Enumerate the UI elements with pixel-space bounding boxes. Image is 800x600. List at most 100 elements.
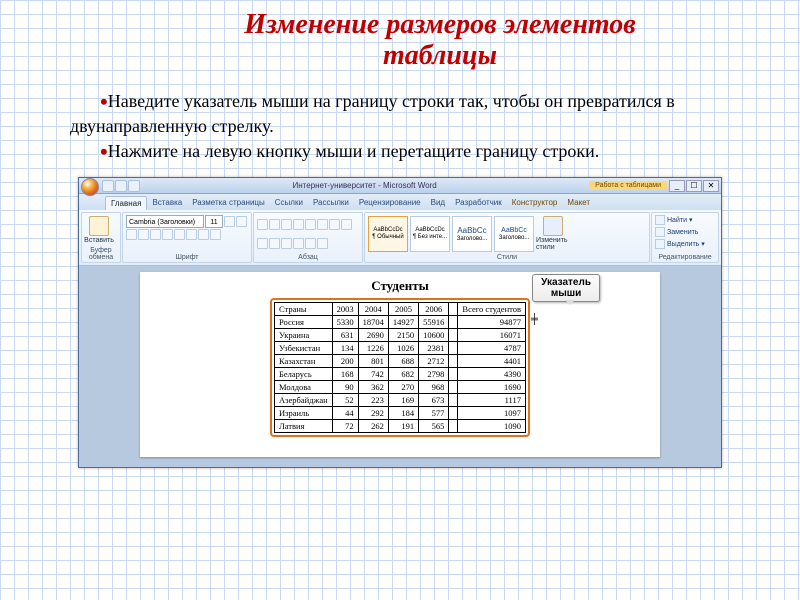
table-row[interactable]: Беларусь16874268227984390: [274, 368, 525, 381]
table-cell[interactable]: 94877: [458, 316, 526, 329]
table-cell[interactable]: 673: [419, 394, 449, 407]
grow-font-icon[interactable]: [224, 216, 235, 227]
qat-undo-icon[interactable]: [115, 180, 127, 192]
table-cell[interactable]: 688: [388, 355, 418, 368]
underline-button[interactable]: [150, 229, 161, 240]
tab-insert[interactable]: Вставка: [147, 196, 187, 210]
table-cell[interactable]: 168: [332, 368, 358, 381]
table-cell[interactable]: 742: [358, 368, 388, 381]
table-cell[interactable]: 4390: [458, 368, 526, 381]
numbering-button[interactable]: [269, 219, 280, 230]
table-cell[interactable]: 1090: [458, 420, 526, 433]
sort-button[interactable]: [317, 219, 328, 230]
align-center-button[interactable]: [257, 238, 268, 249]
table-cell[interactable]: 631: [332, 329, 358, 342]
table-cell[interactable]: 90: [332, 381, 358, 394]
table-cell[interactable]: [449, 381, 458, 394]
strike-button[interactable]: [162, 229, 173, 240]
table-cell[interactable]: [449, 368, 458, 381]
table-cell[interactable]: 5330: [332, 316, 358, 329]
table-cell[interactable]: [449, 355, 458, 368]
bold-button[interactable]: [126, 229, 137, 240]
paste-button[interactable]: Вставить: [85, 216, 113, 244]
tab-review[interactable]: Рецензирование: [354, 196, 426, 210]
table-cell[interactable]: 44: [332, 407, 358, 420]
table-cell[interactable]: 184: [388, 407, 418, 420]
table-row[interactable]: Латвия722621915651090: [274, 420, 525, 433]
table-cell[interactable]: [449, 329, 458, 342]
table-cell[interactable]: 4787: [458, 342, 526, 355]
bullets-button[interactable]: [257, 219, 268, 230]
borders-button[interactable]: [317, 238, 328, 249]
maximize-button[interactable]: ☐: [686, 180, 702, 192]
table-cell[interactable]: 2690: [358, 329, 388, 342]
table-row[interactable]: Израиль44292184577 1097: [274, 407, 525, 420]
table-cell[interactable]: 270: [388, 381, 418, 394]
table-row[interactable]: Узбекистан1341226102623814787: [274, 342, 525, 355]
table-cell[interactable]: 18704: [358, 316, 388, 329]
table-cell[interactable]: 801: [358, 355, 388, 368]
table-cell[interactable]: 200: [332, 355, 358, 368]
multilevel-button[interactable]: [281, 219, 292, 230]
indent-dec-button[interactable]: [293, 219, 304, 230]
table-cell[interactable]: 968: [419, 381, 449, 394]
table-cell[interactable]: 292: [358, 407, 388, 420]
table-row[interactable]: Россия5330187041492755916 94877: [274, 316, 525, 329]
table-cell[interactable]: 565: [419, 420, 449, 433]
table-row[interactable]: Украина631269021501060016071: [274, 329, 525, 342]
table-cell[interactable]: 72: [332, 420, 358, 433]
table-cell[interactable]: 223: [358, 394, 388, 407]
table-cell[interactable]: Россия: [274, 316, 332, 329]
indent-inc-button[interactable]: [305, 219, 316, 230]
minimize-button[interactable]: _: [669, 180, 685, 192]
table-row[interactable]: Азербайджан522231696731117: [274, 394, 525, 407]
table-cell[interactable]: Украина: [274, 329, 332, 342]
font-color-button[interactable]: [210, 229, 221, 240]
table-cell[interactable]: 262: [358, 420, 388, 433]
table-cell[interactable]: 2150: [388, 329, 418, 342]
tab-page-layout[interactable]: Разметка страницы: [187, 196, 270, 210]
shrink-font-icon[interactable]: [236, 216, 247, 227]
superscript-button[interactable]: [186, 229, 197, 240]
style-normal[interactable]: AaBbCcDc¶ Обычный: [368, 216, 408, 252]
change-styles-button[interactable]: Изменить стили: [536, 216, 570, 251]
table-cell[interactable]: 1226: [358, 342, 388, 355]
highlight-button[interactable]: [198, 229, 209, 240]
align-right-button[interactable]: [269, 238, 280, 249]
show-marks-button[interactable]: [329, 219, 340, 230]
table-cell[interactable]: 2381: [419, 342, 449, 355]
table-cell[interactable]: Израиль: [274, 407, 332, 420]
table-cell[interactable]: 169: [388, 394, 418, 407]
table-cell[interactable]: 4401: [458, 355, 526, 368]
tab-view[interactable]: Вид: [426, 196, 450, 210]
table-cell[interactable]: 1097: [458, 407, 526, 420]
table-cell[interactable]: Казахстан: [274, 355, 332, 368]
replace-button[interactable]: Заменить: [655, 227, 698, 237]
students-table[interactable]: Страны2003200420052006Всего студентов Ро…: [274, 302, 526, 433]
table-row[interactable]: Молдова903622709681690: [274, 381, 525, 394]
table-cell[interactable]: Азербайджан: [274, 394, 332, 407]
table-cell[interactable]: 55916: [419, 316, 449, 329]
shading-button[interactable]: [305, 238, 316, 249]
table-row[interactable]: Казахстан20080168827124401: [274, 355, 525, 368]
style-no-spacing[interactable]: AaBbCcDc¶ Без инте...: [410, 216, 450, 252]
table-cell[interactable]: 14927: [388, 316, 418, 329]
tab-home[interactable]: Главная: [105, 196, 147, 210]
table-cell[interactable]: 577: [419, 407, 449, 420]
line-spacing-button[interactable]: [293, 238, 304, 249]
table-cell[interactable]: Беларусь: [274, 368, 332, 381]
subscript-button[interactable]: [174, 229, 185, 240]
table-cell[interactable]: [449, 342, 458, 355]
table-cell[interactable]: 134: [332, 342, 358, 355]
table-cell[interactable]: 362: [358, 381, 388, 394]
qat-redo-icon[interactable]: [128, 180, 140, 192]
office-button[interactable]: [81, 178, 99, 196]
table-cell[interactable]: 2798: [419, 368, 449, 381]
table-cell[interactable]: [449, 316, 458, 329]
tab-references[interactable]: Ссылки: [270, 196, 308, 210]
qat-save-icon[interactable]: [102, 180, 114, 192]
tab-mailings[interactable]: Рассылки: [308, 196, 354, 210]
tab-table-layout[interactable]: Макет: [562, 196, 595, 210]
tab-developer[interactable]: Разработчик: [450, 196, 507, 210]
select-button[interactable]: Выделить ▾: [655, 239, 705, 249]
